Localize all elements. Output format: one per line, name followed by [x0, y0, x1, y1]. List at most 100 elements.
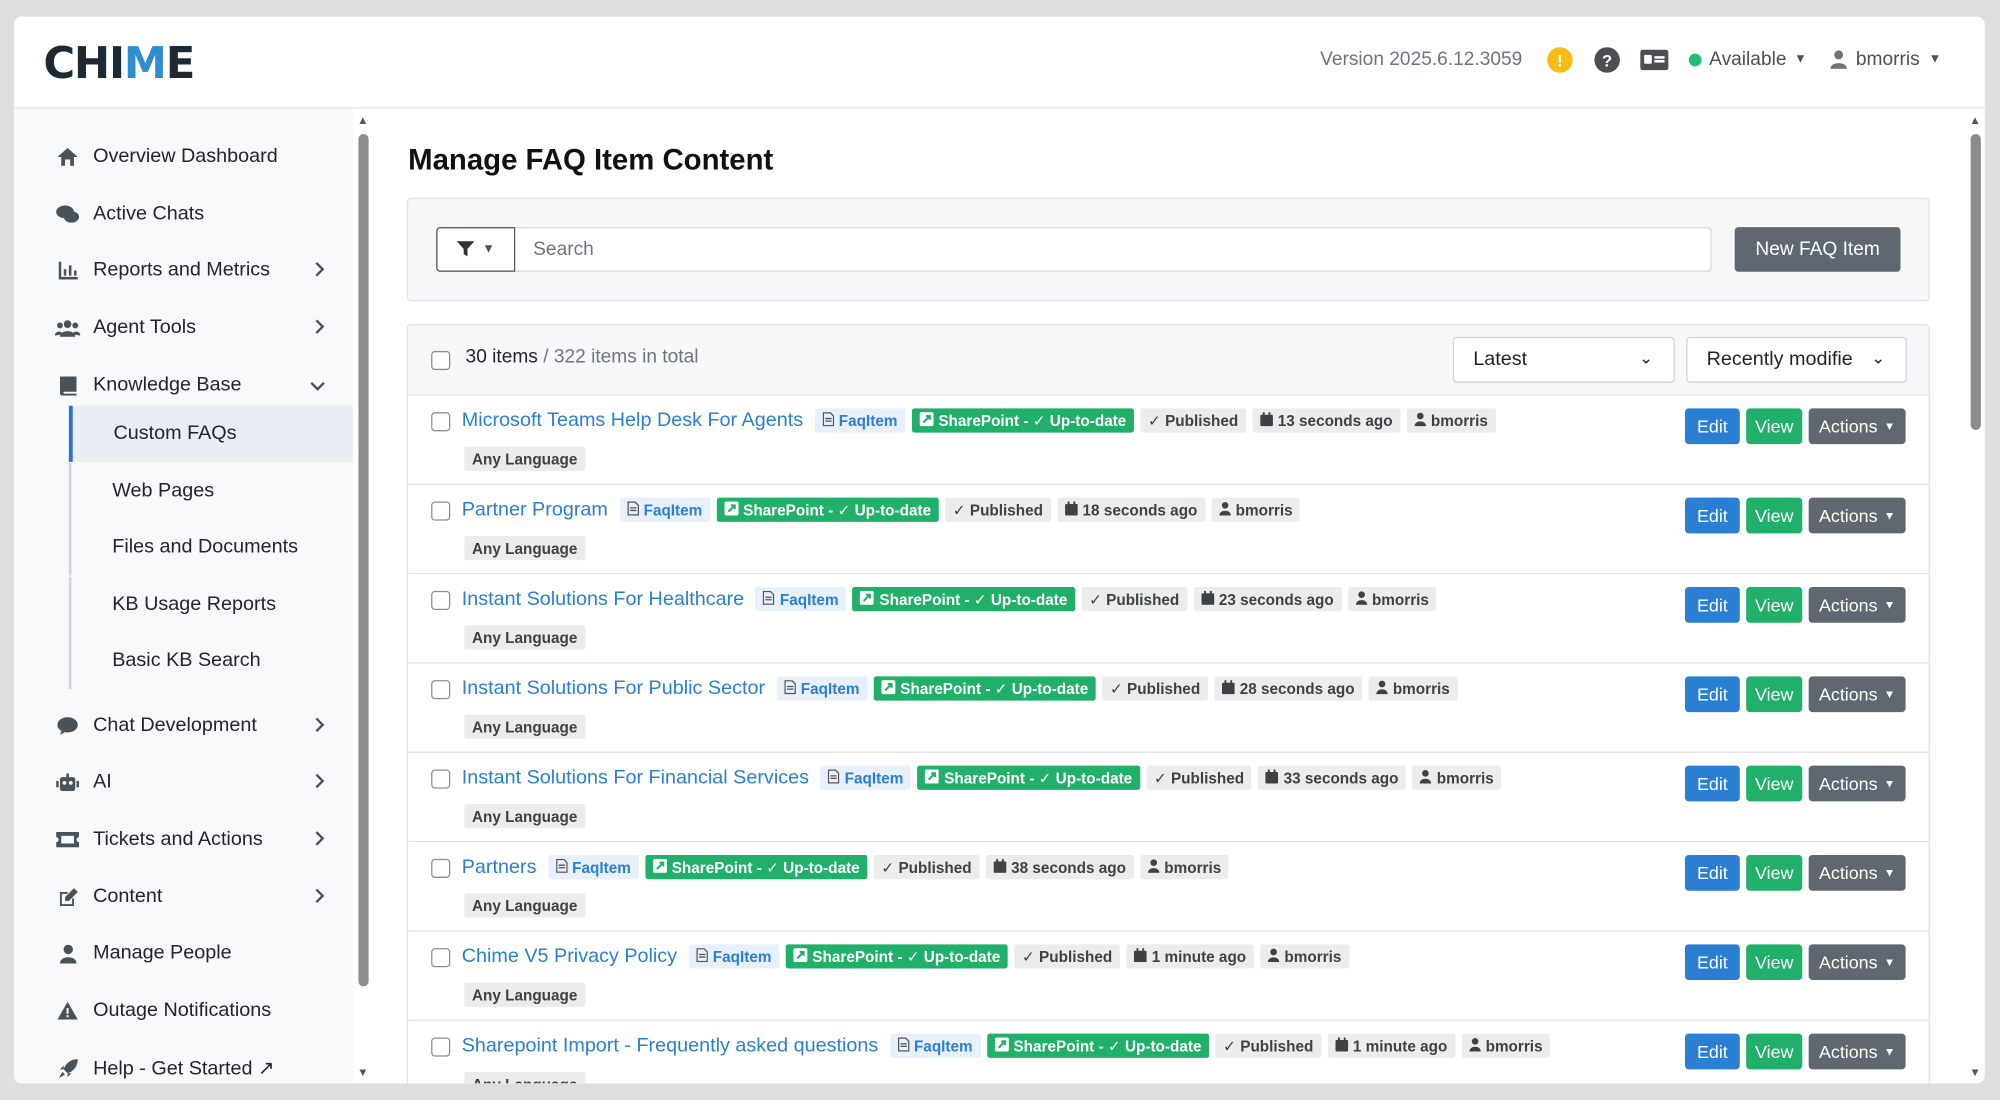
type-label: FaqItem [712, 947, 772, 966]
faq-title-link[interactable]: Partner Program [462, 498, 608, 521]
scroll-up-icon[interactable]: ▲ [357, 114, 368, 127]
edit-button[interactable]: Edit [1684, 497, 1740, 534]
sidebar-item-knowledge-base[interactable]: Knowledge Base [55, 366, 325, 404]
row-checkbox[interactable] [431, 769, 451, 789]
sidebar-subitem-basic-kb-search[interactable]: Basic KB Search [68, 632, 353, 690]
sidebar-subitem-kb-usage-reports[interactable]: KB Usage Reports [68, 576, 353, 633]
id-card-icon[interactable] [1640, 49, 1669, 71]
sidebar-scrollbar[interactable]: ▲ ▼ [353, 108, 374, 1084]
edit-button[interactable]: Edit [1684, 944, 1740, 981]
timestamp-label: 1 minute ago [1352, 1036, 1448, 1055]
select-all-checkbox[interactable] [431, 350, 451, 371]
source-label: SharePoint - ✓ Up-to-date [879, 590, 1068, 609]
source-label: SharePoint - ✓ Up-to-date [900, 679, 1089, 698]
scroll-down-icon[interactable]: ▼ [357, 1066, 368, 1079]
search-input[interactable] [515, 227, 1712, 272]
actions-dropdown-button[interactable]: Actions ▼ [1808, 854, 1906, 891]
user-icon [1469, 1037, 1481, 1055]
new-faq-item-button[interactable]: New FAQ Item [1734, 227, 1901, 272]
edit-button[interactable]: Edit [1684, 765, 1740, 802]
faq-title-link[interactable]: Instant Solutions For Public Sector [462, 677, 765, 700]
timestamp-label: 13 seconds ago [1277, 411, 1393, 430]
edit-button[interactable]: Edit [1684, 587, 1740, 623]
row-checkbox[interactable] [431, 858, 451, 878]
view-button[interactable]: View [1746, 1033, 1803, 1070]
actions-dropdown-button[interactable]: Actions ▼ [1808, 408, 1906, 445]
view-button[interactable]: View [1746, 497, 1803, 534]
view-button[interactable]: View [1746, 408, 1803, 445]
row-checkbox[interactable] [431, 501, 451, 521]
row-checkbox[interactable] [431, 412, 451, 432]
chime-logo[interactable]: CHIME [43, 38, 195, 89]
edit-button[interactable]: Edit [1684, 408, 1740, 445]
actions-dropdown-button[interactable]: Actions ▼ [1808, 497, 1906, 534]
actions-dropdown-button[interactable]: Actions ▼ [1808, 1033, 1906, 1070]
row-checkbox[interactable] [431, 1037, 451, 1057]
sidebar-subitem-custom-faqs[interactable]: Custom FAQs [68, 405, 354, 462]
chevron-down-icon: ▼ [1883, 687, 1896, 701]
source-label: SharePoint - ✓ Up-to-date [944, 768, 1133, 787]
sidebar-item-tickets-and-actions[interactable]: Tickets and Actions [55, 821, 325, 859]
edit-button[interactable]: Edit [1684, 676, 1740, 713]
author-badge: bmorris [1347, 587, 1437, 612]
faq-title-link[interactable]: Microsoft Teams Help Desk For Agents [462, 409, 803, 432]
help-icon[interactable]: ? [1594, 47, 1620, 73]
view-button[interactable]: View [1746, 765, 1803, 802]
faq-title-link[interactable]: Chime V5 Privacy Policy [462, 945, 677, 968]
sidebar-item-active-chats[interactable]: Active Chats [55, 195, 325, 233]
chats-icon [55, 205, 81, 223]
sidebar-item-label: Tickets and Actions [93, 828, 263, 850]
sidebar-scroll-thumb[interactable] [358, 133, 369, 987]
actions-dropdown-button[interactable]: Actions ▼ [1808, 587, 1906, 623]
faq-row: Instant Solutions For Healthcare FaqItem S… [408, 574, 1929, 664]
user-menu-dropdown[interactable]: bmorris ▼ [1830, 48, 1941, 70]
edit-button[interactable]: Edit [1684, 854, 1740, 891]
faq-title-link[interactable]: Partners [462, 856, 537, 879]
sidebar-item-outage-notifications[interactable]: Outage Notifications [55, 992, 325, 1030]
sidebar-item-content[interactable]: Content [55, 878, 325, 916]
sidebar-item-help-get-started[interactable]: Help - Get Started ↗ [55, 1049, 325, 1083]
row-checkbox[interactable] [431, 680, 451, 700]
actions-dropdown-button[interactable]: Actions ▼ [1808, 944, 1906, 981]
view-button[interactable]: View [1746, 676, 1803, 713]
row-checkbox[interactable] [431, 948, 451, 968]
edit-button[interactable]: Edit [1684, 1033, 1740, 1070]
faq-title-link[interactable]: Instant Solutions For Financial Services [462, 766, 809, 789]
scroll-down-icon[interactable]: ▼ [1969, 1066, 1980, 1079]
sharepoint-icon [723, 500, 739, 519]
sort-order-select[interactable]: Latest ⌄ [1452, 336, 1675, 383]
sidebar-item-ai[interactable]: AI [55, 763, 325, 801]
app-window: CHIME Version 2025.6.12.3059 ! ? Availab… [14, 16, 1985, 1084]
row-checkbox[interactable] [431, 590, 451, 610]
filter-button[interactable]: ▼ [436, 227, 516, 272]
list-header: 30 items / 322 items in total Latest ⌄ R… [408, 325, 1929, 396]
faq-title-link[interactable]: Instant Solutions For Healthcare [462, 588, 744, 611]
view-button[interactable]: View [1746, 587, 1803, 623]
chevron-right-icon [315, 260, 325, 280]
sidebar-item-manage-people[interactable]: Manage People [55, 934, 325, 972]
author-label: bmorris [1436, 768, 1494, 787]
main-scroll-thumb[interactable] [1970, 133, 1981, 431]
scroll-up-icon[interactable]: ▲ [1969, 114, 1980, 127]
status-dropdown[interactable]: Available ▼ [1688, 48, 1807, 70]
faq-title-link[interactable]: Sharepoint Import - Frequently asked que… [462, 1034, 879, 1057]
chart-icon [55, 261, 81, 280]
view-button[interactable]: View [1746, 854, 1803, 891]
calendar-icon [1259, 411, 1273, 430]
actions-dropdown-button[interactable]: Actions ▼ [1808, 676, 1906, 713]
warning-icon[interactable]: ! [1547, 47, 1573, 73]
faq-title-line: Chime V5 Privacy Policy FaqItem SharePoint… [462, 944, 1350, 969]
view-button[interactable]: View [1746, 944, 1803, 981]
sidebar-item-agent-tools[interactable]: Agent Tools [54, 309, 325, 347]
sort-field-select[interactable]: Recently modifie ⌄ [1686, 336, 1907, 383]
sidebar-item-overview-dashboard[interactable]: Overview Dashboard [55, 138, 325, 176]
sidebar-subitem-files-and-documents[interactable]: Files and Documents [68, 519, 353, 576]
chevron-down-icon: ▼ [1883, 419, 1896, 433]
sidebar-item-chat-development[interactable]: Chat Development [55, 707, 325, 745]
main-scrollbar[interactable]: ▲ ▼ [1965, 108, 1985, 1084]
actions-dropdown-button[interactable]: Actions ▼ [1808, 765, 1906, 802]
published-badge: ✓ Published [945, 497, 1051, 522]
type-label: FaqItem [838, 411, 898, 430]
sidebar-item-reports-and-metrics[interactable]: Reports and Metrics [55, 251, 325, 289]
sidebar-subitem-web-pages[interactable]: Web Pages [68, 463, 353, 520]
